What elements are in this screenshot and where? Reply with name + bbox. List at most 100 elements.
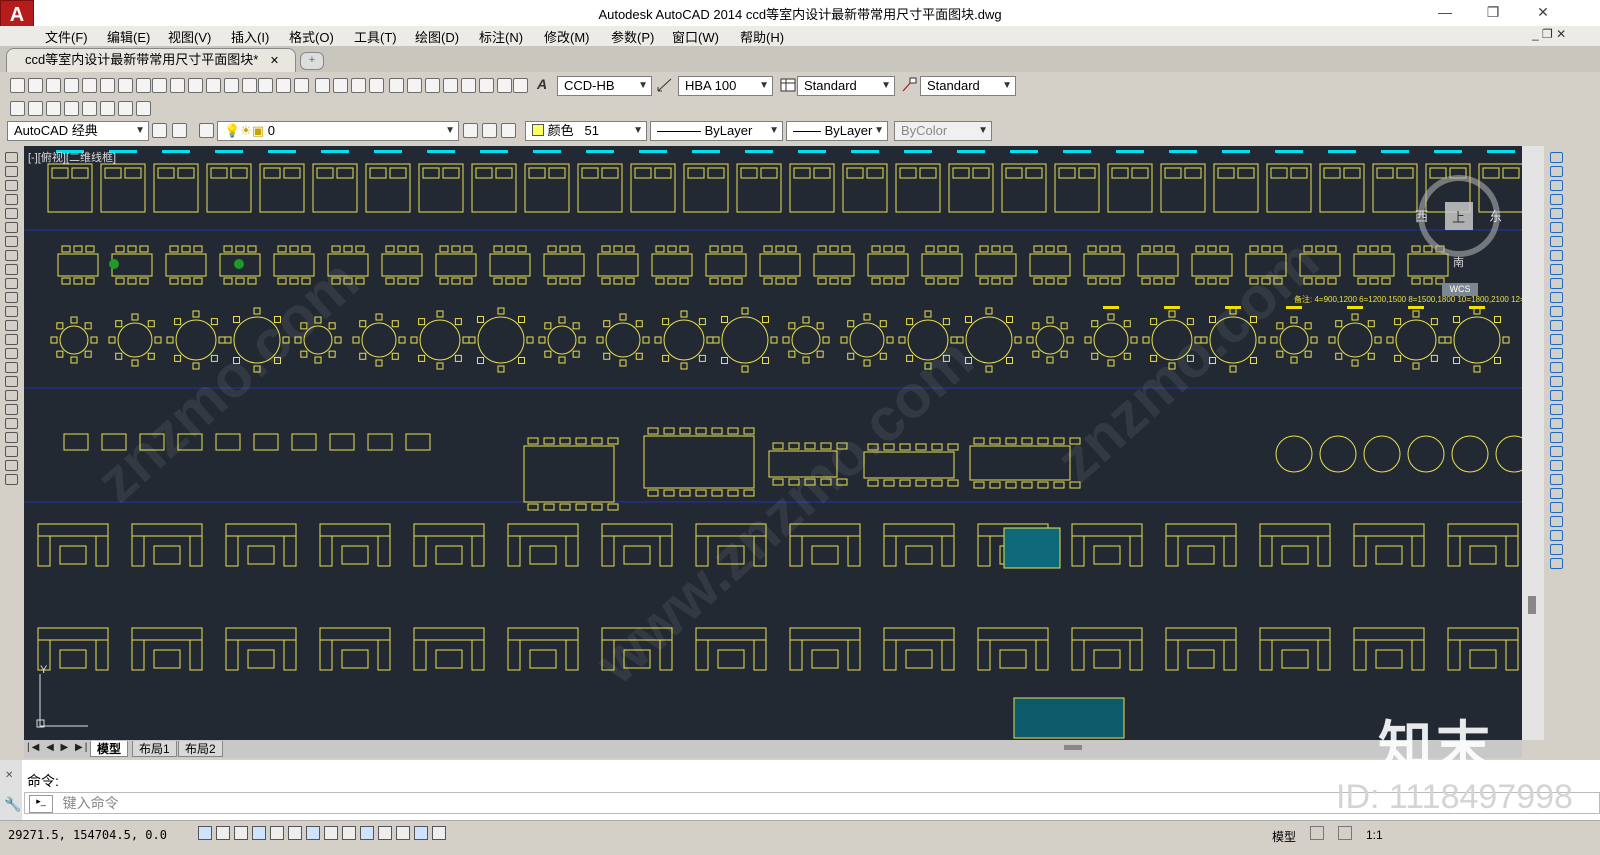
modify-tool-24-icon[interactable] bbox=[1550, 488, 1563, 499]
modify-tool-21-icon[interactable] bbox=[1550, 446, 1563, 457]
status-toggle-7-icon[interactable] bbox=[324, 826, 338, 840]
modify-tool-28-icon[interactable] bbox=[1550, 544, 1563, 555]
draw-tool-15-icon[interactable] bbox=[5, 362, 18, 373]
workspace-select[interactable]: AutoCAD 经典 ▼ bbox=[7, 121, 149, 141]
tab-model[interactable]: 模型 bbox=[90, 741, 129, 757]
modify-tool-9-icon[interactable] bbox=[1550, 278, 1563, 289]
modify-tool-1-icon[interactable] bbox=[1550, 166, 1563, 177]
layer-previous-icon[interactable] bbox=[482, 123, 497, 138]
modify-tool-27-icon[interactable] bbox=[1550, 530, 1563, 541]
new-tab-button[interactable]: + bbox=[300, 52, 324, 70]
modify-tool-18-icon[interactable] bbox=[1550, 404, 1563, 415]
draw-tool-0-icon[interactable] bbox=[5, 152, 18, 163]
tool-6-icon[interactable] bbox=[118, 78, 133, 93]
dim-style-select[interactable]: HBA 100 ▼ bbox=[678, 76, 773, 96]
snap-6-icon[interactable] bbox=[118, 101, 133, 116]
menu-item-5[interactable]: 工具(T) bbox=[354, 27, 397, 46]
modify-tool-10-icon[interactable] bbox=[1550, 292, 1563, 303]
menu-item-0[interactable]: 文件(F) bbox=[45, 27, 88, 46]
modify-tool-29-icon[interactable] bbox=[1550, 558, 1563, 569]
status-toggle-2-icon[interactable] bbox=[234, 826, 248, 840]
draw-tool-21-icon[interactable] bbox=[5, 446, 18, 457]
snap-2-icon[interactable] bbox=[46, 101, 61, 116]
color-select[interactable]: 颜色 51 ▼ bbox=[525, 121, 647, 141]
draw-tool-6-icon[interactable] bbox=[5, 236, 18, 247]
tab-nav-arrows-icon[interactable]: |◀ ◀ ▶ ▶| bbox=[27, 742, 89, 753]
coordinates-readout[interactable]: 29271.5, 154704.5, 0.0 bbox=[8, 828, 167, 842]
tool-8-icon[interactable] bbox=[152, 78, 167, 93]
status-toggle-8-icon[interactable] bbox=[342, 826, 356, 840]
draw-tool-18-icon[interactable] bbox=[5, 404, 18, 415]
modify-tool-16-icon[interactable] bbox=[1550, 376, 1563, 387]
draw-tool-4-icon[interactable] bbox=[5, 208, 18, 219]
snap-0-icon[interactable] bbox=[10, 101, 25, 116]
tool-22-icon[interactable] bbox=[407, 78, 422, 93]
draw-tool-22-icon[interactable] bbox=[5, 460, 18, 471]
tool-10-icon[interactable] bbox=[188, 78, 203, 93]
viewcube-south[interactable]: 南 bbox=[1453, 254, 1464, 270]
annotation-scale[interactable]: 1:1 bbox=[1366, 828, 1383, 842]
menu-item-4[interactable]: 格式(O) bbox=[289, 27, 334, 46]
status-toggle-0-icon[interactable] bbox=[198, 826, 212, 840]
tool-26-icon[interactable] bbox=[479, 78, 494, 93]
tool-17-icon[interactable] bbox=[315, 78, 330, 93]
draw-tool-16-icon[interactable] bbox=[5, 376, 18, 387]
document-window-controls[interactable]: _ ❐ ✕ bbox=[1532, 27, 1566, 41]
menu-item-9[interactable]: 参数(P) bbox=[611, 27, 654, 46]
modify-tool-19-icon[interactable] bbox=[1550, 418, 1563, 429]
tool-21-icon[interactable] bbox=[389, 78, 404, 93]
tab-layout1[interactable]: 布局1 bbox=[132, 741, 177, 757]
modify-tool-20-icon[interactable] bbox=[1550, 432, 1563, 443]
draw-tool-10-icon[interactable] bbox=[5, 292, 18, 303]
tool-7-icon[interactable] bbox=[136, 78, 151, 93]
menu-item-8[interactable]: 修改(M) bbox=[544, 27, 590, 46]
modify-tool-14-icon[interactable] bbox=[1550, 348, 1563, 359]
draw-tool-19-icon[interactable] bbox=[5, 418, 18, 429]
modify-tool-11-icon[interactable] bbox=[1550, 306, 1563, 317]
layer-states-icon[interactable] bbox=[501, 123, 516, 138]
status-tool-0-icon[interactable] bbox=[1310, 826, 1324, 840]
draw-tool-3-icon[interactable] bbox=[5, 194, 18, 205]
linetype-select[interactable]: ByLayer ▼ bbox=[650, 121, 783, 141]
tool-12-icon[interactable] bbox=[224, 78, 239, 93]
tool-9-icon[interactable] bbox=[170, 78, 185, 93]
status-toggle-11-icon[interactable] bbox=[396, 826, 410, 840]
lineweight-select[interactable]: ByLayer ▼ bbox=[786, 121, 888, 141]
menu-item-1[interactable]: 编辑(E) bbox=[107, 27, 150, 46]
status-toggle-9-icon[interactable] bbox=[360, 826, 374, 840]
tool-27-icon[interactable] bbox=[497, 78, 512, 93]
modify-tool-26-icon[interactable] bbox=[1550, 516, 1563, 527]
viewcube-top[interactable]: 上 bbox=[1452, 207, 1465, 226]
viewcube-east[interactable]: 东 bbox=[1489, 206, 1502, 225]
tool-23-icon[interactable] bbox=[425, 78, 440, 93]
tool-1-icon[interactable] bbox=[28, 78, 43, 93]
modify-tool-2-icon[interactable] bbox=[1550, 180, 1563, 191]
viewcube-west[interactable]: 西 bbox=[1415, 206, 1428, 225]
tool-0-icon[interactable] bbox=[10, 78, 25, 93]
modify-tool-5-icon[interactable] bbox=[1550, 222, 1563, 233]
wcs-menu[interactable]: WCS bbox=[1442, 283, 1478, 296]
table-style-select[interactable]: Standard ▼ bbox=[797, 76, 895, 96]
modify-tool-12-icon[interactable] bbox=[1550, 320, 1563, 331]
draw-tool-8-icon[interactable] bbox=[5, 264, 18, 275]
document-tab[interactable]: ccd等室内设计最新带常用尺寸平面图块* ✕ bbox=[6, 48, 296, 72]
modify-tool-22-icon[interactable] bbox=[1550, 460, 1563, 471]
tool-4-icon[interactable] bbox=[82, 78, 97, 93]
draw-tool-1-icon[interactable] bbox=[5, 166, 18, 177]
modify-tool-13-icon[interactable] bbox=[1550, 334, 1563, 345]
draw-tool-13-icon[interactable] bbox=[5, 334, 18, 345]
close-tab-icon[interactable]: ✕ bbox=[270, 55, 279, 67]
workspace-settings-icon[interactable] bbox=[152, 123, 167, 138]
modify-tool-8-icon[interactable] bbox=[1550, 264, 1563, 275]
minimize-button[interactable]: — bbox=[1430, 2, 1460, 22]
draw-tool-23-icon[interactable] bbox=[5, 474, 18, 485]
menu-item-2[interactable]: 视图(V) bbox=[168, 27, 211, 46]
vertical-scrollbar[interactable] bbox=[1522, 146, 1544, 740]
tool-5-icon[interactable] bbox=[100, 78, 115, 93]
snap-1-icon[interactable] bbox=[28, 101, 43, 116]
workspace-toolbar-icon[interactable] bbox=[172, 123, 187, 138]
draw-tool-7-icon[interactable] bbox=[5, 250, 18, 261]
draw-tool-17-icon[interactable] bbox=[5, 390, 18, 401]
status-toggle-13-icon[interactable] bbox=[432, 826, 446, 840]
status-toggle-5-icon[interactable] bbox=[288, 826, 302, 840]
